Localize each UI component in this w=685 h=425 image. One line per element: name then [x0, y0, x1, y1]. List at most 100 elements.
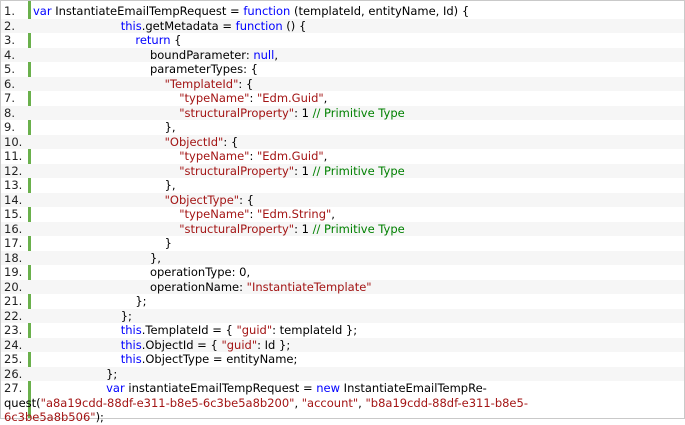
- code-text: 6c3be5a8b506");: [4, 410, 104, 425]
- string-token: "b8a19cdd-88df-e311-b8e5-: [365, 395, 528, 410]
- code-token: () {: [282, 18, 307, 33]
- line-number: 26.: [4, 366, 23, 381]
- code-text: operationType: 0,: [33, 265, 250, 280]
- code-line: 27. var instantiateEmailTempRequest = ne…: [1, 381, 684, 396]
- code-line: 9. },: [1, 120, 684, 135]
- code-text: var instantiateEmailTempRequest = new In…: [33, 381, 487, 396]
- code-line: 10. "ObjectId": {: [1, 134, 684, 150]
- line-number: 17.: [4, 236, 23, 250]
- code-line: 16. "structuralProperty": 1 // Primitive…: [1, 221, 684, 237]
- code-text: "TemplateId": {: [33, 76, 254, 92]
- code-line: 13. },: [1, 178, 684, 193]
- code-text: "structuralProperty": 1 // Primitive Typ…: [33, 222, 405, 237]
- code-line: 15. "typeName": "Edm.String",: [1, 207, 684, 222]
- code-token: : 1: [294, 221, 313, 236]
- keyword-token: this: [120, 18, 142, 33]
- code-text: };: [33, 367, 117, 382]
- code-token: },: [33, 250, 161, 265]
- code-token: .getMetadata =: [141, 18, 236, 33]
- code-token: : 1: [294, 163, 313, 178]
- keyword-token: var: [33, 4, 56, 18]
- string-token: "guid": [236, 323, 273, 337]
- string-token: "typeName": [179, 91, 250, 105]
- line-number: 9.: [4, 120, 15, 134]
- code-text: "ObjectId": {: [33, 134, 239, 150]
- code-token: :: [249, 149, 257, 163]
- keyword-token: this: [120, 352, 142, 366]
- code-line: 1. var InstantiateEmailTempRequest = func…: [1, 4, 684, 19]
- code-token: : {: [223, 134, 239, 149]
- code-token: .ObjectType = entityName;: [141, 352, 298, 366]
- code-text: "structuralProperty": 1 // Primitive Typ…: [33, 106, 405, 121]
- code-token: };: [33, 308, 132, 323]
- string-token: "InstantiateTemplate": [246, 279, 372, 294]
- line-number: 13.: [4, 178, 23, 192]
- code-line-wrapped: quest("a8a19cdd-88df-e311-b8e5-6c3be5a8b…: [1, 396, 684, 411]
- code-token: ,: [274, 47, 278, 62]
- code-token: }: [33, 236, 172, 250]
- code-token: : {: [238, 76, 254, 91]
- code-line: 5. parameterTypes: {: [1, 62, 684, 77]
- code-line: 3. return {: [1, 33, 684, 48]
- code-token: operationType: 0,: [33, 265, 251, 279]
- code-token: };: [33, 294, 147, 308]
- line-number: 16.: [4, 221, 23, 236]
- keyword-token: var: [106, 381, 125, 395]
- code-text: "ObjectType": {: [33, 193, 254, 208]
- line-number: 25.: [4, 352, 23, 366]
- code-line: 21. };: [1, 294, 684, 309]
- code-line: 14. "ObjectType": {: [1, 192, 684, 208]
- string-token: "Edm.Guid": [256, 91, 324, 105]
- line-number: 19.: [4, 265, 23, 279]
- line-number: 18.: [4, 250, 23, 265]
- code-line: 22. };: [1, 308, 684, 323]
- code-token: ,: [323, 149, 328, 163]
- code-token: : {: [239, 192, 254, 207]
- code-line: 24. this.ObjectId = { "guid": Id };: [1, 337, 684, 352]
- keyword-token: this: [120, 323, 142, 337]
- code-token: .ObjectId = {: [141, 337, 222, 352]
- string-token: "a8a19cdd-88df-e311-b8e5-6c3be5a8b200": [40, 395, 295, 410]
- comment-token: // Primitive Type: [312, 105, 405, 120]
- string-token: 6c3be5a8b506": [4, 410, 96, 424]
- line-number: 14.: [4, 192, 23, 207]
- line-number: 4.: [4, 47, 15, 62]
- code-token: :: [249, 91, 257, 105]
- code-text: this.getMetadata = function () {: [33, 18, 307, 34]
- line-number: 20.: [4, 279, 23, 294]
- string-token: "typeName": [179, 207, 250, 221]
- code-token: (templateId, entityName, Id) {: [290, 4, 470, 18]
- code-text: operationName: "InstantiateTemplate": [33, 280, 372, 295]
- code-text: }: [33, 236, 172, 251]
- string-token: "structuralProperty": [179, 221, 295, 236]
- code-token: :: [249, 207, 257, 221]
- code-line-wrapped: 6c3be5a8b506");: [1, 410, 684, 425]
- code-line: 4. boundParameter: null,: [1, 47, 684, 63]
- code-line: 2. this.getMetadata = function () {: [1, 18, 684, 34]
- string-token: "ObjectId": [164, 134, 224, 149]
- code-viewer: 1. var InstantiateEmailTempRequest = func…: [0, 0, 685, 424]
- string-token: "guid": [221, 337, 258, 352]
- code-token: );: [95, 410, 104, 424]
- code-text: boundParameter: null,: [33, 48, 278, 63]
- code-line: 20. operationName: "InstantiateTemplate": [1, 279, 684, 295]
- line-number: 5.: [4, 62, 15, 76]
- line-number: 8.: [4, 105, 15, 120]
- code-line: 26. };: [1, 366, 684, 382]
- line-number: 2.: [4, 18, 15, 33]
- code-text: this.TemplateId = { "guid": templateId }…: [33, 323, 357, 338]
- code-line: 6. "TemplateId": {: [1, 76, 684, 92]
- code-text: quest("a8a19cdd-88df-e311-b8e5-6c3be5a8b…: [4, 396, 528, 411]
